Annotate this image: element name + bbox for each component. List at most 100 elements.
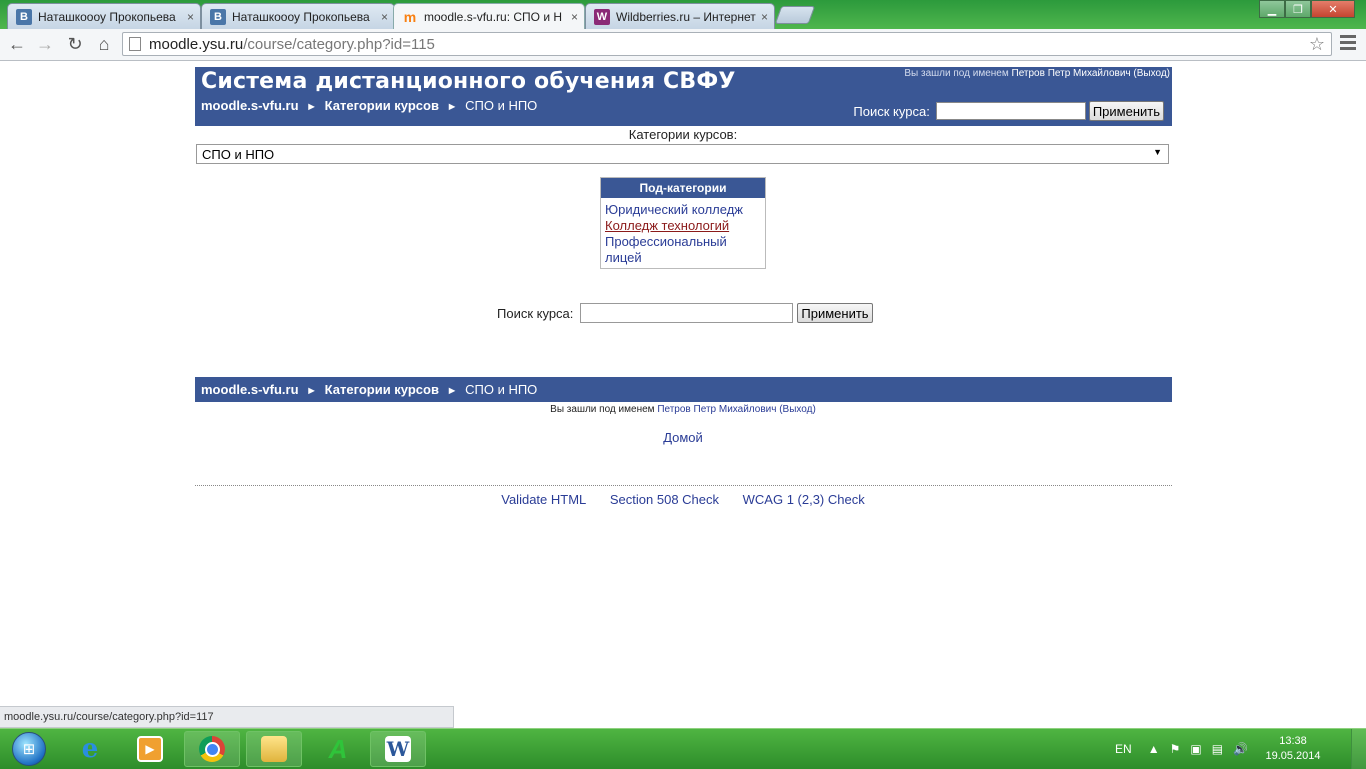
forward-arrow-icon[interactable]: → [34,33,56,55]
lingvo-icon: A [328,733,348,764]
taskbar-microsoft-word[interactable]: W [370,731,426,767]
tab-title: moodle.s-vfu.ru: СПО и Н [424,9,563,24]
taskbar-file-explorer[interactable] [246,731,302,767]
taskbar-internet-explorer[interactable]: e [62,731,118,767]
breadcrumb-home-link[interactable]: moodle.s-vfu.ru [201,98,299,113]
category-label: Категории курсов: [628,127,738,142]
user-profile-link[interactable]: Петров Петр Михайлович [1012,68,1131,79]
login-info: Вы зашли под именем Петров Петр Михайлов… [904,68,1170,79]
course-search: Поиск курса: Применить [497,303,873,323]
reload-icon[interactable]: ↻ [64,33,86,55]
login-prefix: Вы зашли под именем [550,404,655,415]
chrome-icon [199,736,225,762]
logout-link[interactable]: (Выход) [779,404,816,415]
header-search-label: Поиск курса: [853,103,930,119]
browser-tab[interactable]: В Наташкоооу Прокопьева × [7,3,201,29]
page-icon [129,37,141,51]
bookmark-star-icon[interactable]: ☆ [1309,34,1325,55]
window-controls: ▁ ❐ ✕ [1259,0,1355,18]
close-tab-icon[interactable]: × [571,10,578,24]
header-search-input[interactable] [935,102,1086,120]
subcategory-link[interactable]: Колледж технологий [605,218,761,234]
new-tab-button[interactable] [774,6,816,24]
subcategory-link[interactable]: Профессиональный лицей [605,234,761,266]
header-search-button[interactable]: Применить [1088,101,1164,121]
clock-time: 13:38 [1279,735,1307,747]
back-arrow-icon[interactable]: ← [6,33,28,55]
validator-links: Validate HTML Section 508 Check WCAG 1 (… [0,492,1366,507]
footer-navbar: moodle.s-vfu.ru ► Категории курсов ► СПО… [195,377,1172,402]
course-search-button[interactable]: Применить [797,303,873,323]
tab-title: Наташкоооу Прокопьева [38,9,176,24]
moodle-header: Система дистанционного обучения СВФУ Вы … [195,67,1172,126]
system-tray: EN ▲ ⚑ ▣ ▤ 🔊 13:38 19.05.2014 [1115,729,1352,769]
section-508-link[interactable]: Section 508 Check [610,492,719,507]
clock-date: 19.05.2014 [1265,750,1321,762]
course-search-label: Поиск курса: [497,305,574,321]
show-hidden-icons-icon[interactable]: ▲ [1148,742,1160,756]
action-center-flag-icon[interactable]: ⚑ [1170,742,1181,756]
internet-explorer-icon: e [81,734,99,764]
breadcrumb-separator: ► [446,385,458,397]
word-icon: W [385,736,411,762]
home-link[interactable]: Домой [663,430,703,445]
chrome-menu-icon[interactable] [1340,35,1356,53]
footer-divider [195,485,1172,486]
browser-tab-strip: В Наташкоооу Прокопьева × В Наташкоооу П… [0,0,1366,29]
course-search-input[interactable] [580,303,794,323]
vk-favicon-icon: В [210,8,226,25]
minimize-button[interactable]: ▁ [1259,0,1285,18]
volume-icon[interactable]: 🔊 [1233,742,1248,756]
wildberries-favicon-icon: W [594,8,610,25]
status-bubble: moodle.ysu.ru/course/category.php?id=117 [0,706,454,728]
home-link-row: Домой [0,430,1366,445]
subcategory-link[interactable]: Юридический колледж [605,202,761,218]
vk-favicon-icon: В [16,8,32,25]
home-icon[interactable]: ⌂ [93,33,115,55]
language-indicator[interactable]: EN [1115,742,1132,756]
user-profile-link[interactable]: Петров Петр Михайлович [657,404,776,415]
address-bar[interactable]: moodle.ysu.ru/course/category.php?id=115… [122,32,1332,56]
url-path: /course/category.php?id=115 [243,35,435,53]
browser-toolbar: ← → ↻ ⌂ moodle.ysu.ru/course/category.ph… [0,29,1366,61]
taskbar-media-player[interactable]: ▶ [122,731,178,767]
breadcrumb-home-link[interactable]: moodle.s-vfu.ru [201,382,299,397]
windows-taskbar: ⊞ e ▶ A W EN ▲ ⚑ ▣ ▤ 🔊 13:38 19.05.2014 [0,728,1366,769]
browser-tab-active[interactable]: m moodle.s-vfu.ru: СПО и Н × [393,3,585,29]
taskbar-chrome[interactable] [184,731,240,767]
subcategories-heading: Под-категории [601,178,765,198]
clock[interactable]: 13:38 19.05.2014 [1258,734,1328,764]
category-selected-value: СПО и НПО [202,146,275,162]
breadcrumb: moodle.s-vfu.ru ► Категории курсов ► СПО… [201,98,537,113]
tab-title: Wildberries.ru – Интернет [616,9,756,24]
media-player-icon: ▶ [137,736,163,762]
breadcrumb-categories-link[interactable]: Категории курсов [325,382,439,397]
logout-link[interactable]: (Выход) [1133,68,1170,79]
dropdown-arrow-icon: ▼ [1153,147,1162,157]
breadcrumb-separator: ► [306,101,318,113]
show-desktop-button[interactable] [1351,729,1366,769]
category-select[interactable]: СПО и НПО ▼ [196,144,1169,164]
validate-html-link[interactable]: Validate HTML [501,492,586,507]
breadcrumb-separator: ► [306,385,318,397]
close-tab-icon[interactable]: × [381,10,388,24]
windows-logo-icon: ⊞ [12,732,46,766]
subcategories-box: Под-категории Юридический колледж Коллед… [600,177,766,269]
browser-tab[interactable]: W Wildberries.ru – Интернет × [585,3,775,29]
login-prefix: Вы зашли под именем [904,68,1009,79]
browser-tab[interactable]: В Наташкоооу Прокопьева × [201,3,395,29]
network-icon[interactable]: ▤ [1212,742,1223,756]
close-tab-icon[interactable]: × [187,10,194,24]
breadcrumb-current: СПО и НПО [465,98,538,113]
device-icon[interactable]: ▣ [1190,742,1201,756]
close-tab-icon[interactable]: × [761,10,768,24]
subcategories-list: Юридический колледж Колледж технологий П… [601,198,765,268]
taskbar-abbyy-lingvo[interactable]: A [310,731,366,767]
breadcrumb-separator: ► [446,101,458,113]
breadcrumb-categories-link[interactable]: Категории курсов [325,98,439,113]
close-window-button[interactable]: ✕ [1311,0,1355,18]
maximize-button[interactable]: ❐ [1285,0,1311,18]
start-button[interactable]: ⊞ [4,731,54,767]
wcag-link[interactable]: WCAG 1 (2,3) Check [743,492,865,507]
page-content: Система дистанционного обучения СВФУ Вы … [0,61,1366,706]
